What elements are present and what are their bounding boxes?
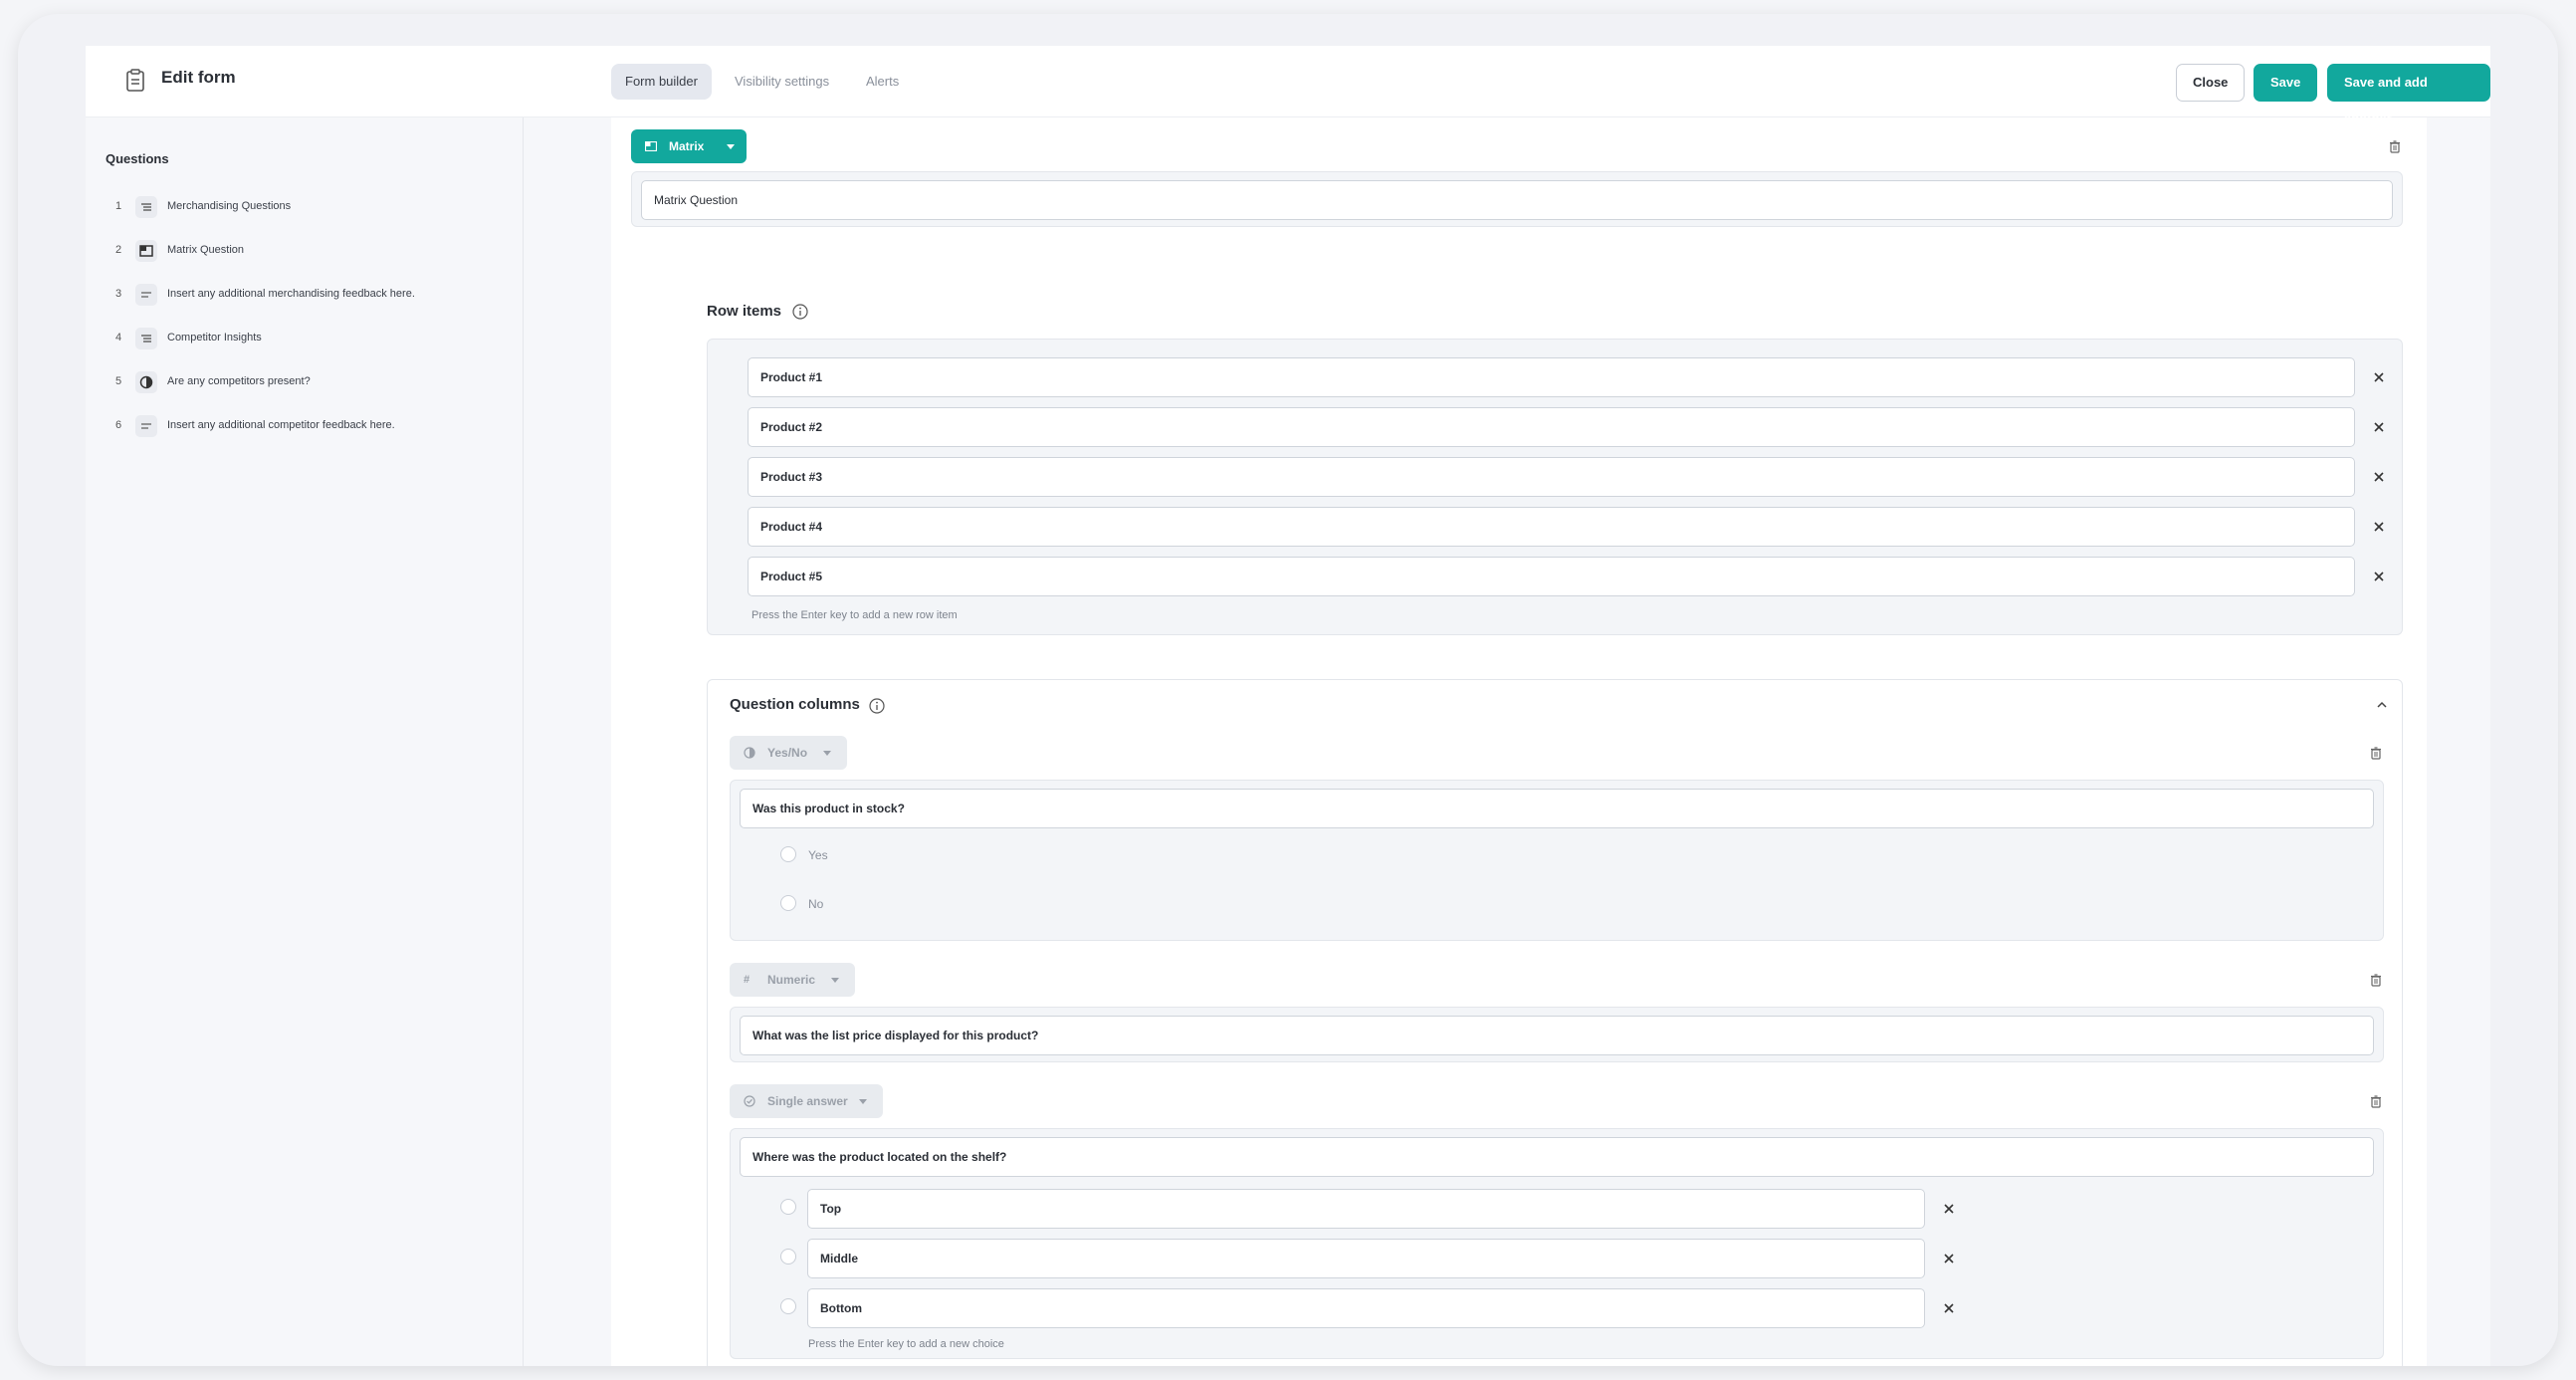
form-icon — [126, 69, 144, 92]
sidebar-item-5[interactable]: 5 Are any competitors present? — [106, 370, 504, 394]
trash-icon[interactable] — [2370, 1095, 2382, 1108]
option-label-no: No — [808, 897, 824, 911]
choices-hint: Press the Enter key to add a new choice — [808, 1338, 1004, 1350]
question-label: Merchandising Questions — [167, 200, 292, 212]
question-columns-card: Question columns Yes/No Was this product… — [707, 679, 2403, 1366]
question-label: Competitor Insights — [167, 332, 262, 344]
sidebar-item-6[interactable]: 6 Insert any additional competitor feedb… — [106, 414, 504, 438]
questions-sidebar: Questions 1 Merchandising Questions 2 Ma… — [86, 117, 524, 1366]
save-button[interactable]: Save — [2254, 64, 2318, 102]
question-title-input[interactable]: Matrix Question — [641, 180, 2393, 220]
column-question-input[interactable]: What was the list price displayed for th… — [740, 1016, 2374, 1055]
row-item-input[interactable]: Product #2 — [748, 407, 2355, 447]
option-label-yes: Yes — [808, 848, 828, 862]
text-icon — [135, 415, 157, 437]
column-question-input[interactable]: Was this product in stock? — [740, 789, 2374, 828]
sidebar-item-1[interactable]: 1 Merchandising Questions — [106, 195, 504, 219]
remove-row-close-icon[interactable] — [2367, 515, 2391, 539]
radio-option — [780, 895, 796, 911]
chevron-down-icon — [859, 1099, 867, 1104]
remove-choice-close-icon[interactable] — [1937, 1247, 1961, 1270]
chevron-down-icon — [831, 978, 839, 983]
save-and-add-another-button[interactable]: Save and add another — [2327, 64, 2490, 125]
remove-row-close-icon[interactable] — [2367, 565, 2391, 588]
question-label: Are any competitors present? — [167, 375, 311, 387]
check-circle-icon — [744, 1095, 755, 1107]
column-type-label: Yes/No — [767, 746, 808, 760]
chevron-down-icon — [823, 751, 831, 756]
tab-form-builder[interactable]: Form builder — [611, 64, 712, 100]
trash-icon[interactable] — [2370, 974, 2382, 987]
row-items-hint: Press the Enter key to add a new row ite… — [751, 609, 958, 621]
info-icon[interactable] — [792, 304, 808, 320]
row-item-input[interactable]: Product #3 — [748, 457, 2355, 497]
radio-option — [780, 1199, 796, 1215]
app: Edit form Form builder Visibility settin… — [86, 46, 2490, 1366]
question-number: 5 — [115, 375, 122, 387]
question-title-panel: Matrix Question — [631, 171, 2403, 227]
question-type-label: Matrix — [669, 139, 705, 153]
column-panel-single-answer: Where was the product located on the she… — [730, 1128, 2384, 1359]
question-number: 3 — [115, 288, 122, 300]
column-type-label: Numeric — [767, 973, 816, 987]
question-number: 2 — [115, 244, 122, 256]
top-bar: Edit form Form builder Visibility settin… — [86, 46, 2490, 125]
remove-choice-close-icon[interactable] — [1937, 1296, 1961, 1320]
remove-choice-close-icon[interactable] — [1937, 1197, 1961, 1221]
column-type-dropdown[interactable]: Single answer — [730, 1084, 883, 1118]
column-question-input[interactable]: Where was the product located on the she… — [740, 1137, 2374, 1177]
chevron-up-icon[interactable] — [2376, 700, 2388, 710]
question-label: Insert any additional merchandising feed… — [167, 288, 415, 300]
sidebar-item-3[interactable]: 3 Insert any additional merchandising fe… — [106, 283, 504, 307]
yes-no-icon — [135, 371, 157, 393]
choice-input[interactable]: Middle — [807, 1239, 1925, 1278]
column-type-dropdown[interactable]: Yes/No — [730, 736, 847, 770]
choice-input[interactable]: Bottom — [807, 1288, 1925, 1328]
row-item-input[interactable]: Product #4 — [748, 507, 2355, 547]
close-button[interactable]: Close — [2176, 64, 2246, 102]
column-panel-yes-no: Was this product in stock? Yes No — [730, 780, 2384, 941]
trash-icon[interactable] — [2389, 140, 2401, 153]
sidebar-title: Questions — [106, 151, 169, 166]
question-number: 6 — [115, 419, 122, 431]
row-item-input[interactable]: Product #1 — [748, 357, 2355, 397]
section-icon — [135, 196, 157, 218]
remove-row-close-icon[interactable] — [2367, 415, 2391, 439]
form-editor: Matrix Matrix Question Row items Product… — [611, 117, 2427, 1366]
trash-icon[interactable] — [2370, 747, 2382, 760]
radio-option — [780, 846, 796, 862]
question-columns-title: Question columns — [730, 696, 860, 713]
question-label: Insert any additional competitor feedbac… — [167, 419, 395, 431]
choice-input[interactable]: Top — [807, 1189, 1925, 1229]
question-type-dropdown[interactable]: Matrix — [631, 129, 747, 163]
column-panel-numeric: What was the list price displayed for th… — [730, 1007, 2384, 1062]
row-items-panel: Product #1 Product #2 Product #3 Product… — [707, 339, 2403, 635]
column-type-dropdown[interactable]: # Numeric — [730, 963, 855, 997]
chevron-down-icon — [727, 144, 735, 149]
info-icon[interactable] — [869, 698, 885, 714]
question-number: 1 — [115, 200, 122, 212]
question-number: 4 — [115, 332, 122, 344]
question-label: Matrix Question — [167, 244, 245, 256]
hash-icon: # — [744, 974, 751, 986]
remove-row-close-icon[interactable] — [2367, 365, 2391, 389]
radio-option — [780, 1249, 796, 1265]
tab-alerts[interactable]: Alerts — [852, 64, 913, 100]
radio-option — [780, 1298, 796, 1314]
matrix-icon — [645, 141, 657, 151]
tab-visibility-settings[interactable]: Visibility settings — [721, 64, 843, 100]
column-type-label: Single answer — [767, 1094, 848, 1108]
row-items-title: Row items — [707, 303, 782, 320]
yes-no-icon — [744, 747, 755, 759]
page-title: Edit form — [161, 68, 236, 87]
matrix-icon — [135, 240, 157, 262]
row-item-input[interactable]: Product #5 — [748, 557, 2355, 596]
sidebar-item-4[interactable]: 4 Competitor Insights — [106, 327, 504, 350]
window-frame: Edit form Form builder Visibility settin… — [18, 14, 2558, 1366]
section-icon — [135, 328, 157, 349]
text-icon — [135, 284, 157, 306]
sidebar-item-2[interactable]: 2 Matrix Question — [106, 239, 504, 263]
remove-row-close-icon[interactable] — [2367, 465, 2391, 489]
